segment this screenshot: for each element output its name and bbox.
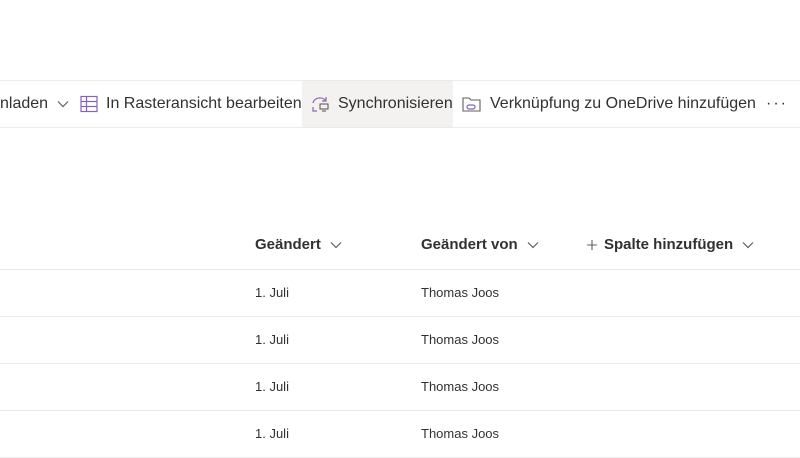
sync-button[interactable]: Synchronisieren bbox=[302, 81, 453, 127]
folder-link-icon bbox=[462, 97, 481, 112]
chevron-down-icon bbox=[57, 101, 69, 108]
plus-icon bbox=[587, 239, 597, 250]
more-icon: ··· bbox=[766, 95, 788, 112]
column-modified-by-label: Geändert von bbox=[421, 236, 518, 253]
add-column-button[interactable]: Spalte hinzufügen bbox=[586, 236, 755, 253]
chevron-down-icon bbox=[742, 241, 754, 248]
chevron-down-icon bbox=[527, 241, 539, 248]
modified-by-cell: Thomas Joos bbox=[421, 379, 500, 394]
download-label: nladen bbox=[0, 95, 49, 112]
table-row[interactable]: 1. Juli Thomas Joos bbox=[0, 270, 800, 317]
modified-cell: 1. Juli bbox=[255, 379, 289, 394]
column-modified-label: Geändert bbox=[255, 236, 321, 253]
download-button[interactable]: nladen bbox=[0, 81, 86, 127]
table-row[interactable]: 1. Juli Thomas Joos bbox=[0, 364, 800, 411]
add-onedrive-shortcut-button[interactable]: Verknüpfung zu OneDrive hinzufügen bbox=[462, 81, 756, 127]
modified-cell: 1. Juli bbox=[255, 426, 289, 441]
command-bar: nladen In Rasteransicht bearbeiten Synch… bbox=[0, 80, 800, 128]
sync-icon bbox=[312, 97, 329, 112]
grid-icon bbox=[80, 95, 98, 113]
add-column-label: Spalte hinzufügen bbox=[604, 236, 734, 253]
chevron-down-icon bbox=[330, 241, 342, 248]
modified-by-cell: Thomas Joos bbox=[421, 285, 500, 300]
table-row[interactable]: 1. Juli Thomas Joos bbox=[0, 411, 800, 458]
modified-by-cell: Thomas Joos bbox=[421, 426, 500, 441]
modified-cell: 1. Juli bbox=[255, 332, 289, 347]
grid-edit-label: In Rasteransicht bearbeiten bbox=[106, 95, 302, 112]
sync-label: Synchronisieren bbox=[338, 95, 453, 112]
more-options-button[interactable]: ··· bbox=[766, 81, 788, 127]
column-header-modified-by[interactable]: Geändert von bbox=[421, 236, 540, 253]
column-header-modified[interactable]: Geändert bbox=[255, 236, 343, 253]
onedrive-shortcut-label: Verknüpfung zu OneDrive hinzufügen bbox=[490, 95, 756, 112]
modified-by-cell: Thomas Joos bbox=[421, 332, 500, 347]
modified-cell: 1. Juli bbox=[255, 285, 289, 300]
table-row[interactable]: 1. Juli Thomas Joos bbox=[0, 317, 800, 364]
grid-edit-button[interactable]: In Rasteransicht bearbeiten bbox=[80, 81, 302, 127]
